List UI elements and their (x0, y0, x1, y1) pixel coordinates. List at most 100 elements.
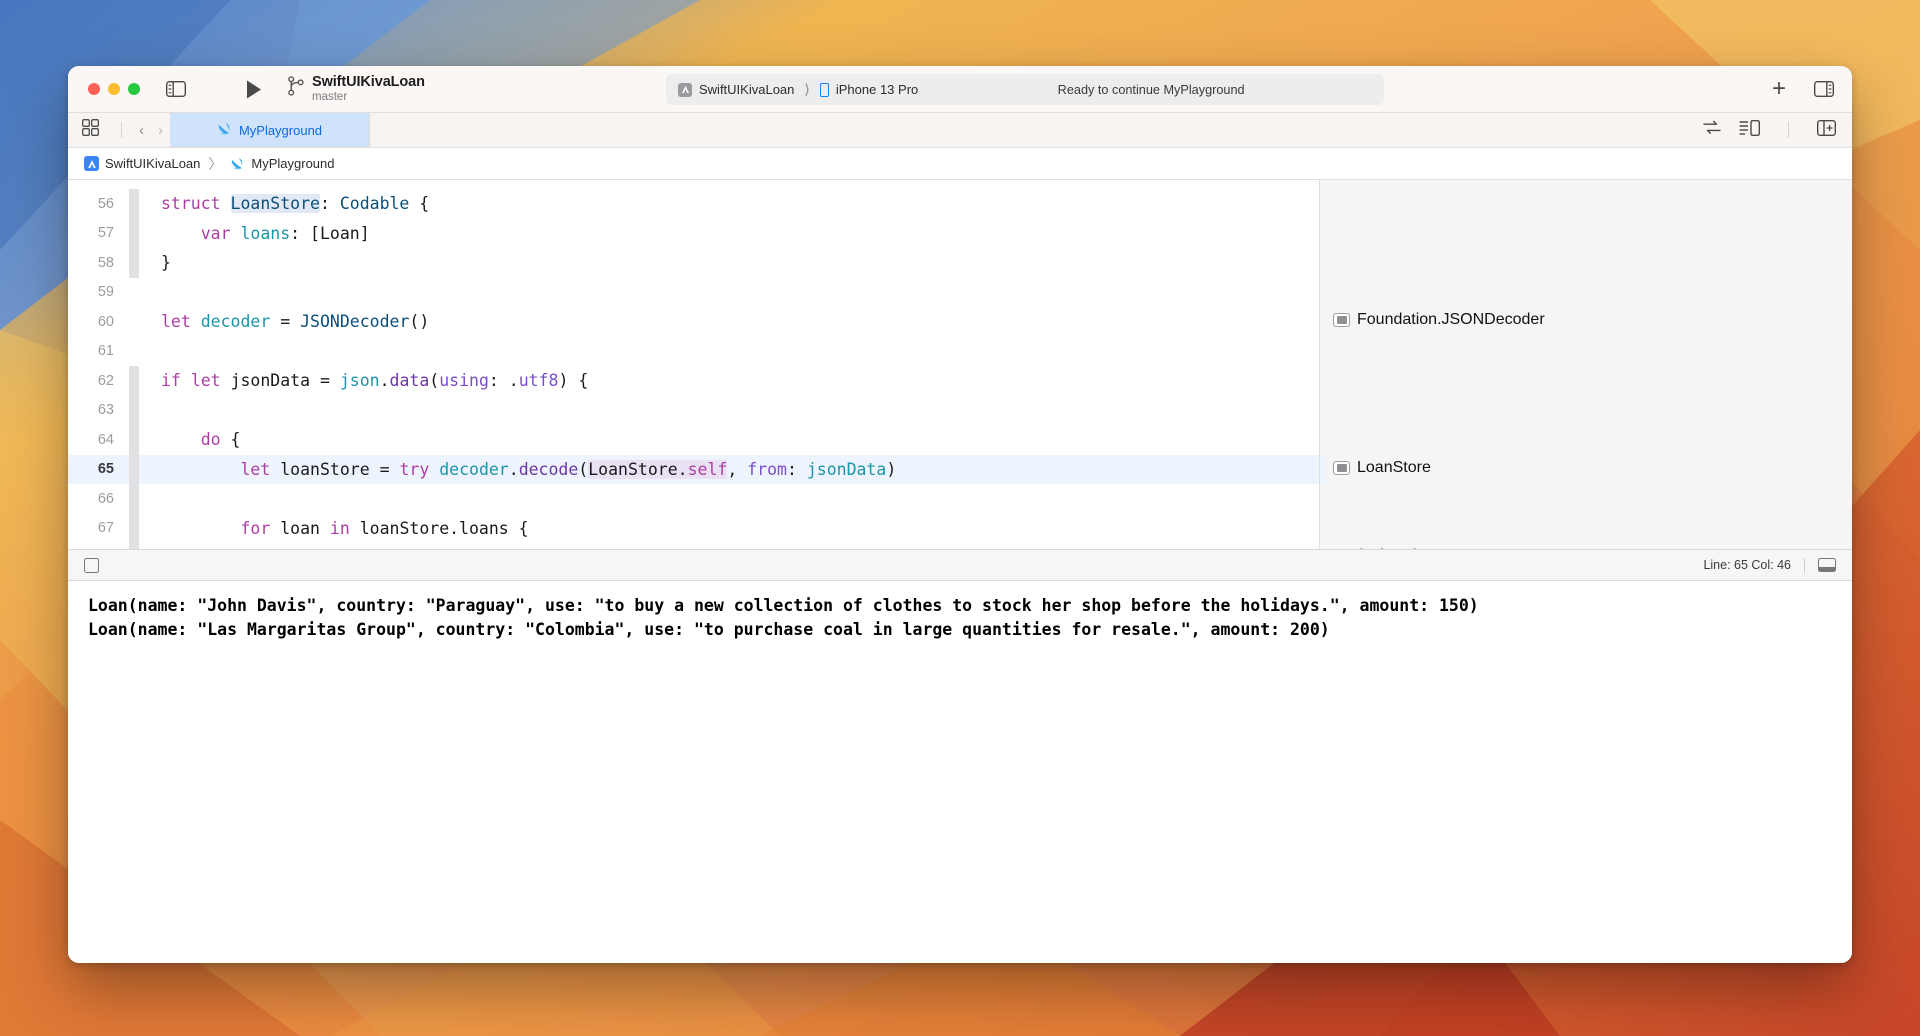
code-fold-ribbon[interactable] (129, 484, 139, 514)
line-number: 56 (97, 195, 114, 212)
playground-results-sidebar: Foundation.JSONDecoderLoanStore(2 times) (1319, 180, 1852, 564)
scheme-name: SwiftUIKivaLoan (312, 74, 425, 91)
result-row[interactable]: LoanStore (1333, 459, 1431, 477)
code-line[interactable]: 66 (68, 484, 1319, 514)
branch-name: master (312, 90, 348, 103)
line-number: 63 (97, 402, 114, 419)
tab-myplayground[interactable]: MyPlayground (170, 113, 370, 147)
line-number: 64 (97, 431, 114, 448)
code-text: for loan in loanStore.loans { (240, 518, 529, 538)
code-review-icon[interactable] (1703, 120, 1721, 140)
result-label: Foundation.JSONDecoder (1357, 311, 1545, 328)
debug-area-toggle-icon[interactable] (1818, 558, 1836, 572)
code-line[interactable]: 62 if let jsonData = json.data(using: .ut… (68, 366, 1319, 396)
code-fold-ribbon[interactable] (129, 337, 139, 367)
scheme-selector[interactable]: SwiftUIKivaLoan master (288, 74, 425, 103)
destination-project-name: SwiftUIKivaLoan (699, 82, 795, 97)
code-line[interactable]: 59 (68, 278, 1319, 308)
traffic-light-group (88, 83, 140, 95)
destination-chooser[interactable]: SwiftUIKivaLoan ⟩ iPhone 13 Pro (666, 81, 918, 98)
close-button[interactable] (88, 83, 100, 95)
code-text: if let jsonData = json.data(using: .utf8… (161, 371, 589, 391)
divider (1804, 557, 1805, 573)
code-text: var loans: [Loan] (200, 223, 370, 243)
status-bar-right: Line: 65 Col: 46 (1703, 557, 1836, 573)
code-fold-ribbon[interactable] (129, 454, 139, 484)
line-number: 57 (97, 225, 114, 242)
line-number: 67 (97, 520, 114, 537)
window-titlebar: SwiftUIKivaLoan master SwiftUIKivaLoan ⟩… (68, 66, 1852, 113)
result-row-highlight (1320, 454, 1326, 484)
code-line[interactable]: 61 (68, 337, 1319, 367)
iphone-icon (819, 82, 829, 97)
code-fold-ribbon[interactable] (129, 248, 139, 278)
code-text: let decoder = JSONDecoder() (161, 312, 430, 332)
destination-and-status-bar: SwiftUIKivaLoan ⟩ iPhone 13 Pro Ready to… (666, 74, 1384, 105)
quick-look-icon[interactable] (1333, 313, 1350, 327)
cursor-position-label: Line: 65 Col: 46 (1703, 558, 1791, 572)
code-line[interactable]: 63 (68, 395, 1319, 425)
tab-bar-empty-area (370, 113, 1852, 147)
breadcrumb: SwiftUIKivaLoan 〉 MyPlayground (68, 148, 1852, 180)
zoom-button[interactable] (128, 83, 140, 95)
code-lines-container: 56 struct LoanStore: Codable {57 var loan… (68, 180, 1319, 549)
code-fold-ribbon[interactable] (129, 307, 139, 337)
swift-icon (217, 121, 232, 139)
code-line[interactable]: 57 var loans: [Loan] (68, 218, 1319, 248)
breadcrumb-item-project[interactable]: SwiftUIKivaLoan (105, 156, 200, 171)
add-editor-button[interactable]: + (1772, 77, 1786, 101)
destination-device-name: iPhone 13 Pro (835, 82, 919, 97)
code-fold-ribbon[interactable] (129, 218, 139, 248)
code-line[interactable]: 58} (68, 248, 1319, 278)
code-line[interactable]: 65 let loanStore = try decoder.decode(Lo… (68, 454, 1319, 484)
code-fold-ribbon[interactable] (129, 425, 139, 455)
code-line[interactable]: 60 let decoder = JSONDecoder() (68, 307, 1319, 337)
result-row[interactable]: Foundation.JSONDecoder (1333, 311, 1545, 329)
code-text: let loanStore = try decoder.decode(LoanS… (240, 459, 897, 479)
console-toggle-icon[interactable] (84, 557, 99, 573)
run-button[interactable] (246, 80, 262, 99)
editor-tab-bar: ‹ › MyPlayground (68, 113, 1852, 148)
console-output[interactable]: Loan(name: "John Davis", country: "Parag… (68, 581, 1852, 963)
chevron-right-icon: ⟩ (804, 81, 810, 97)
line-number: 59 (97, 284, 114, 301)
line-number: 61 (97, 343, 114, 360)
code-fold-ribbon[interactable] (129, 395, 139, 425)
code-line[interactable]: 64 do { (68, 425, 1319, 455)
split-editor-icon[interactable] (1816, 119, 1837, 141)
code-line[interactable]: 56 struct LoanStore: Codable { (68, 189, 1319, 219)
quick-look-icon[interactable] (1333, 460, 1350, 475)
line-number: 66 (97, 490, 114, 507)
navigator-toggle-icon[interactable] (166, 81, 186, 97)
editor-split-view: 56 struct LoanStore: Codable {57 var loan… (68, 180, 1852, 564)
code-text: do { (200, 430, 241, 450)
code-fold-ribbon[interactable] (129, 278, 139, 308)
line-number: 58 (97, 254, 114, 271)
source-editor[interactable]: 56 struct LoanStore: Codable {57 var loan… (68, 180, 1319, 549)
line-number: 65 (97, 461, 114, 478)
code-text: } (161, 253, 171, 273)
code-fold-ribbon[interactable] (129, 513, 139, 543)
branch-icon (288, 76, 304, 101)
app-icon (84, 156, 99, 171)
inspector-toggle-icon[interactable] (1814, 81, 1834, 97)
minimize-button[interactable] (108, 83, 120, 95)
code-fold-ribbon[interactable] (129, 366, 139, 396)
toolbar-right-controls: + (1772, 77, 1834, 101)
line-number: 62 (97, 372, 114, 389)
navigate-back-icon[interactable]: ‹ (132, 122, 151, 139)
navigate-forward-icon[interactable]: › (151, 122, 170, 139)
tab-overview-icon[interactable] (82, 119, 99, 141)
activity-status-message: Ready to continue MyPlayground (1057, 82, 1245, 97)
divider (121, 122, 122, 138)
result-label: LoanStore (1357, 458, 1431, 476)
breadcrumb-item-file[interactable]: MyPlayground (251, 156, 334, 171)
chevron-right-icon: 〉 (208, 155, 223, 172)
app-icon (678, 82, 692, 97)
code-line[interactable]: 67 for loan in loanStore.loans { (68, 513, 1319, 543)
code-fold-ribbon[interactable] (129, 189, 139, 219)
tab-label: MyPlayground (238, 122, 323, 138)
tab-bar-right-controls (1703, 113, 1837, 147)
xcode-window: SwiftUIKivaLoan master SwiftUIKivaLoan ⟩… (68, 66, 1852, 963)
minimap-icon[interactable] (1739, 119, 1761, 141)
